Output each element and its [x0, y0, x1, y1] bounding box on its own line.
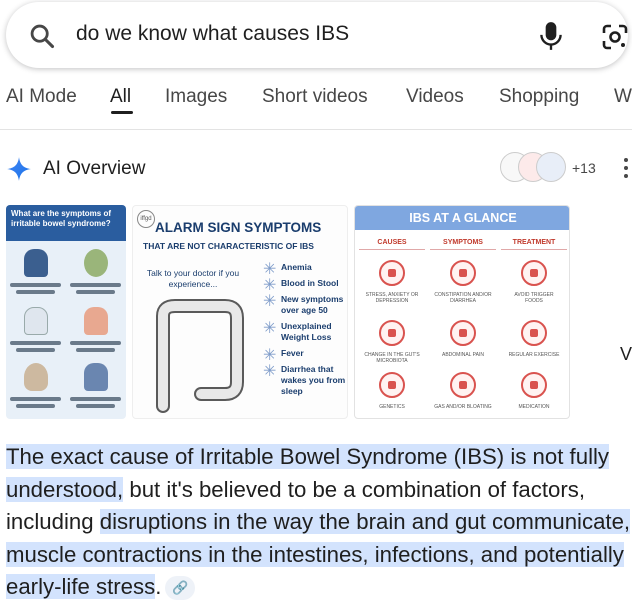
table-cell: MEDICATION [501, 366, 567, 418]
table-cell: CONSTIPATION AND/OR DIARRHEA [430, 254, 496, 312]
iffgd-logo-small: iffgd [137, 210, 155, 228]
asterisk-icon: ✳ [263, 277, 277, 295]
gemini-spark-icon [7, 157, 31, 181]
table-cell: REGULAR EXERCISE [501, 314, 567, 372]
list-item: ✳ Unexplained Weight Loss [263, 320, 332, 343]
more-sources-count[interactable]: +13 [572, 160, 596, 176]
list-item: ✳ Anemia [263, 261, 312, 278]
search-bar[interactable]: do we know what causes IBS [6, 2, 628, 68]
column-header: TREATMENT [501, 236, 567, 250]
link-icon[interactable]: 🔗 [165, 576, 196, 601]
card2-talk-text: Talk to your doctor if you experience... [146, 268, 240, 290]
table-cell: GENETICS [359, 366, 425, 418]
answer-text: . [155, 574, 162, 599]
tab-images[interactable]: Images [165, 86, 227, 108]
table-cell: AVOID TRIGGER FOODS [501, 254, 567, 312]
card2-subtitle: THAT ARE NOT CHARACTERISTIC OF IBS [143, 241, 314, 251]
tab-videos[interactable]: Videos [406, 86, 464, 108]
microphone-icon[interactable] [538, 20, 564, 52]
search-icon [30, 24, 55, 49]
card3-title: IBS AT A GLANCE [355, 206, 569, 230]
list-item: ✳ New symptoms over age 50 [263, 293, 344, 316]
image-ibs-at-a-glance[interactable]: IBS AT A GLANCE CAUSES SYMPTOMS TREATMEN… [354, 205, 570, 419]
tab-all[interactable]: All [110, 86, 131, 108]
ai-overview-answer: The exact cause of Irritable Bowel Syndr… [6, 441, 632, 604]
source-logos[interactable] [500, 152, 568, 184]
card1-heading: What are the symptoms of irritable bowel… [6, 205, 126, 241]
search-input[interactable]: do we know what causes IBS [76, 22, 349, 46]
highlighted-text: disruptions in the way the brain and gut… [6, 509, 631, 599]
image-alarm-sign-symptoms[interactable]: iffgd ALARM SIGN SYMPTOMS THAT ARE NOT C… [132, 205, 348, 419]
side-panel-text: V [620, 344, 632, 364]
tab-short-videos[interactable]: Short videos [262, 86, 368, 108]
table-cell: ABDOMINAL PAIN [430, 314, 496, 372]
tab-more[interactable]: W [614, 86, 632, 108]
iffgd-logo [536, 152, 566, 182]
asterisk-icon: ✳ [263, 293, 277, 311]
asterisk-icon: ✳ [263, 347, 277, 365]
colon-illustration [156, 299, 244, 413]
ai-overview-header: AI Overview +13 [0, 150, 632, 186]
list-item: ✳ Diarrhea that wakes you from sleep [263, 363, 346, 397]
asterisk-icon: ✳ [263, 363, 277, 381]
list-item: ✳ Fever [263, 347, 304, 365]
asterisk-icon: ✳ [263, 320, 277, 338]
google-lens-icon[interactable] [600, 22, 630, 52]
active-tab-indicator [111, 111, 133, 114]
tab-ai-mode[interactable]: AI Mode [6, 86, 77, 108]
alarm-symptom-list: ✳ Anemia ✳ Blood in Stool ✳ New symptoms ov… [261, 261, 347, 402]
table-cell: CHANGE IN THE GUT'S MICROBIOTA [359, 314, 425, 372]
table-cell: STRESS, ANXIETY OR DEPRESSION [359, 254, 425, 312]
asterisk-icon: ✳ [263, 261, 277, 278]
ai-overview-title: AI Overview [43, 158, 146, 179]
card1-illustrations [6, 241, 126, 419]
card2-title: ALARM SIGN SYMPTOMS [155, 220, 322, 235]
more-options-icon[interactable] [622, 156, 630, 180]
tab-shopping[interactable]: Shopping [499, 86, 579, 108]
image-ibs-symptoms[interactable]: What are the symptoms of irritable bowel… [6, 205, 126, 419]
list-item: ✳ Blood in Stool [263, 277, 339, 295]
search-tabs: AI Mode All Images Short videos Videos S… [0, 84, 632, 130]
column-header: SYMPTOMS [430, 236, 496, 250]
table-cell: GAS AND/OR BLOATING [430, 366, 496, 418]
column-header: CAUSES [359, 236, 425, 250]
